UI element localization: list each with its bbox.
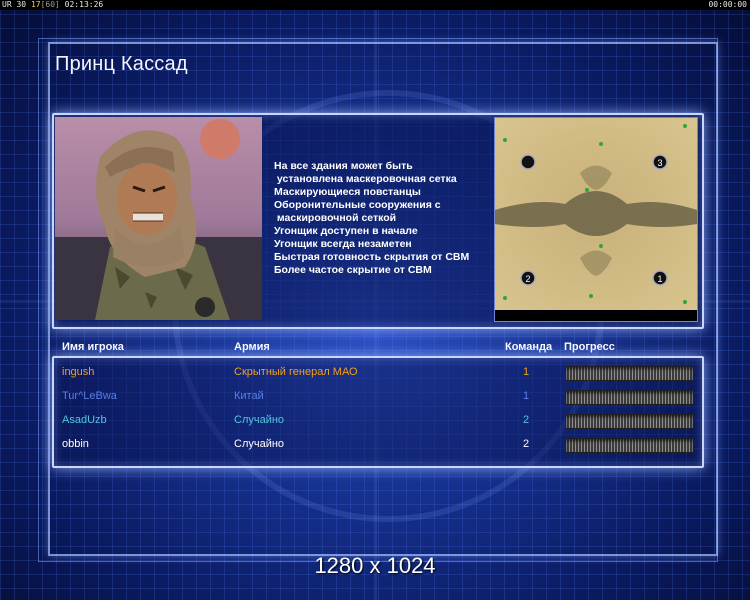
player-team: 1 — [523, 366, 530, 378]
player-army: Китай — [234, 390, 264, 402]
column-header-team: Команда — [505, 341, 553, 353]
player-row: AsadUzb Случайно 2 — [0, 414, 750, 434]
status-bar: UR 30 17[60] 02:13:26 00:00:00 — [0, 0, 750, 10]
feature-item: маскировочной сеткой — [274, 212, 397, 224]
player-row: obbin Случайно 2 — [0, 438, 750, 458]
player-team: 1 — [523, 390, 530, 402]
player-army: Случайно — [234, 438, 285, 450]
player-row: ingush Скрытный генерал МАО 1 — [0, 366, 750, 386]
general-features-list: На все здания может быть установлена мас… — [274, 160, 489, 277]
status-frame: 17 — [30, 0, 41, 9]
status-frame-target: [60] — [40, 0, 60, 9]
status-fps: 30 — [16, 0, 27, 9]
feature-item: Быстрая готовность скрытия от СВМ — [274, 251, 470, 263]
feature-item: Угонщик доступен в начале — [274, 225, 418, 237]
map-start-position: 1 — [652, 270, 668, 286]
player-row: Tur^LeBwa Китай 1 — [0, 390, 750, 410]
player-name: ingush — [62, 366, 95, 378]
column-header-progress: Прогресс — [564, 341, 615, 353]
map-start-position: 3 — [652, 154, 668, 170]
player-progress-bar — [565, 390, 694, 405]
map-start-label: 2 — [525, 274, 530, 284]
page-title: Принц Кассад — [55, 53, 188, 75]
status-clock: 02:13:26 — [64, 0, 104, 9]
feature-item: Более частое скрытие от СВМ — [274, 264, 432, 276]
player-name: AsadUzb — [62, 414, 107, 426]
player-army: Скрытный генерал МАО — [234, 366, 358, 378]
map-start-label: 1 — [657, 274, 662, 284]
feature-item: Маскирующиеся повстанцы — [274, 186, 421, 198]
player-progress-bar — [565, 438, 694, 453]
player-team: 2 — [523, 438, 530, 450]
resolution-caption: 1280 x 1024 — [314, 553, 436, 578]
status-bar-left: UR 30 17[60] 02:13:26 — [2, 0, 103, 10]
feature-item: установлена маскеровочная сетка — [274, 173, 457, 185]
map-start-label: 3 — [657, 158, 662, 168]
player-progress-bar — [565, 414, 694, 429]
feature-item: Угонщик всегда незаметен — [274, 238, 412, 250]
player-name: Tur^LeBwa — [62, 390, 117, 402]
feature-item: На все здания может быть — [274, 160, 413, 172]
player-army: Случайно — [234, 414, 285, 426]
general-portrait — [55, 117, 262, 320]
column-header-army: Армия — [234, 341, 270, 353]
column-header-player: Имя игрока — [62, 341, 124, 353]
player-name: obbin — [62, 438, 89, 450]
map-preview: 3 2 1 — [494, 117, 698, 322]
player-progress-bar — [565, 366, 694, 381]
feature-item: Оборонительные сооружения с — [274, 199, 441, 211]
status-prefix: UR — [2, 0, 12, 9]
player-team: 2 — [523, 414, 530, 426]
map-start-position: 2 — [520, 270, 536, 286]
status-right-clock: 00:00:00 — [708, 0, 747, 9]
map-start-position — [520, 154, 536, 170]
